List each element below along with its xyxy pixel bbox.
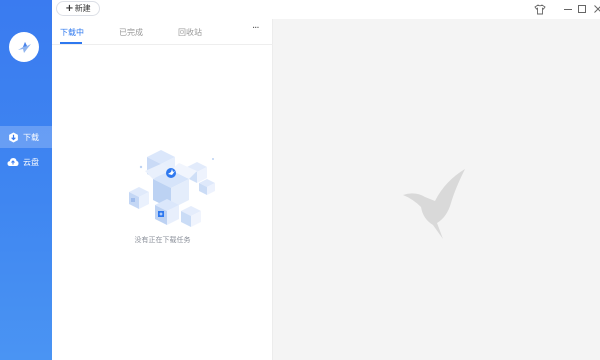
app-logo — [9, 32, 39, 62]
sidebar-item-label: 云盘 — [23, 157, 39, 167]
detail-pane — [273, 19, 600, 360]
hummingbird-logo-icon — [18, 42, 31, 53]
download-icon — [7, 131, 19, 143]
skin-icon[interactable] — [533, 2, 547, 16]
cloud-icon — [7, 156, 19, 168]
sidebar-item-label: 下载 — [23, 132, 39, 142]
hummingbird-watermark-icon — [403, 169, 465, 239]
empty-boxes-illustration — [129, 150, 215, 227]
new-task-label: 新建 — [74, 4, 91, 13]
download-panel: 下载中 已完成 回收站 ··· 没有正在下载任务 — [52, 19, 273, 360]
tab-recycle-bin[interactable]: 回收站 — [178, 27, 202, 38]
top-bar: + 新建 — [52, 0, 600, 19]
close-icon[interactable] — [591, 2, 600, 16]
sidebar-item-cloud[interactable]: 云盘 — [0, 151, 52, 173]
sidebar-item-download[interactable]: 下载 — [0, 126, 52, 148]
maximize-icon[interactable] — [575, 2, 589, 16]
empty-state-message: 没有正在下载任务 — [134, 236, 191, 244]
tab-downloading[interactable]: 下载中 — [60, 27, 84, 38]
plus-icon: + — [65, 2, 74, 14]
new-task-button[interactable]: + 新建 — [56, 1, 100, 16]
tab-bar: 下载中 已完成 回收站 ··· — [52, 19, 273, 45]
tab-completed[interactable]: 已完成 — [119, 27, 143, 38]
active-tab-indicator — [60, 42, 82, 44]
more-options-icon[interactable]: ··· — [252, 23, 259, 34]
sidebar: 下载 云盘 — [0, 0, 52, 360]
minimize-icon[interactable] — [561, 2, 575, 16]
